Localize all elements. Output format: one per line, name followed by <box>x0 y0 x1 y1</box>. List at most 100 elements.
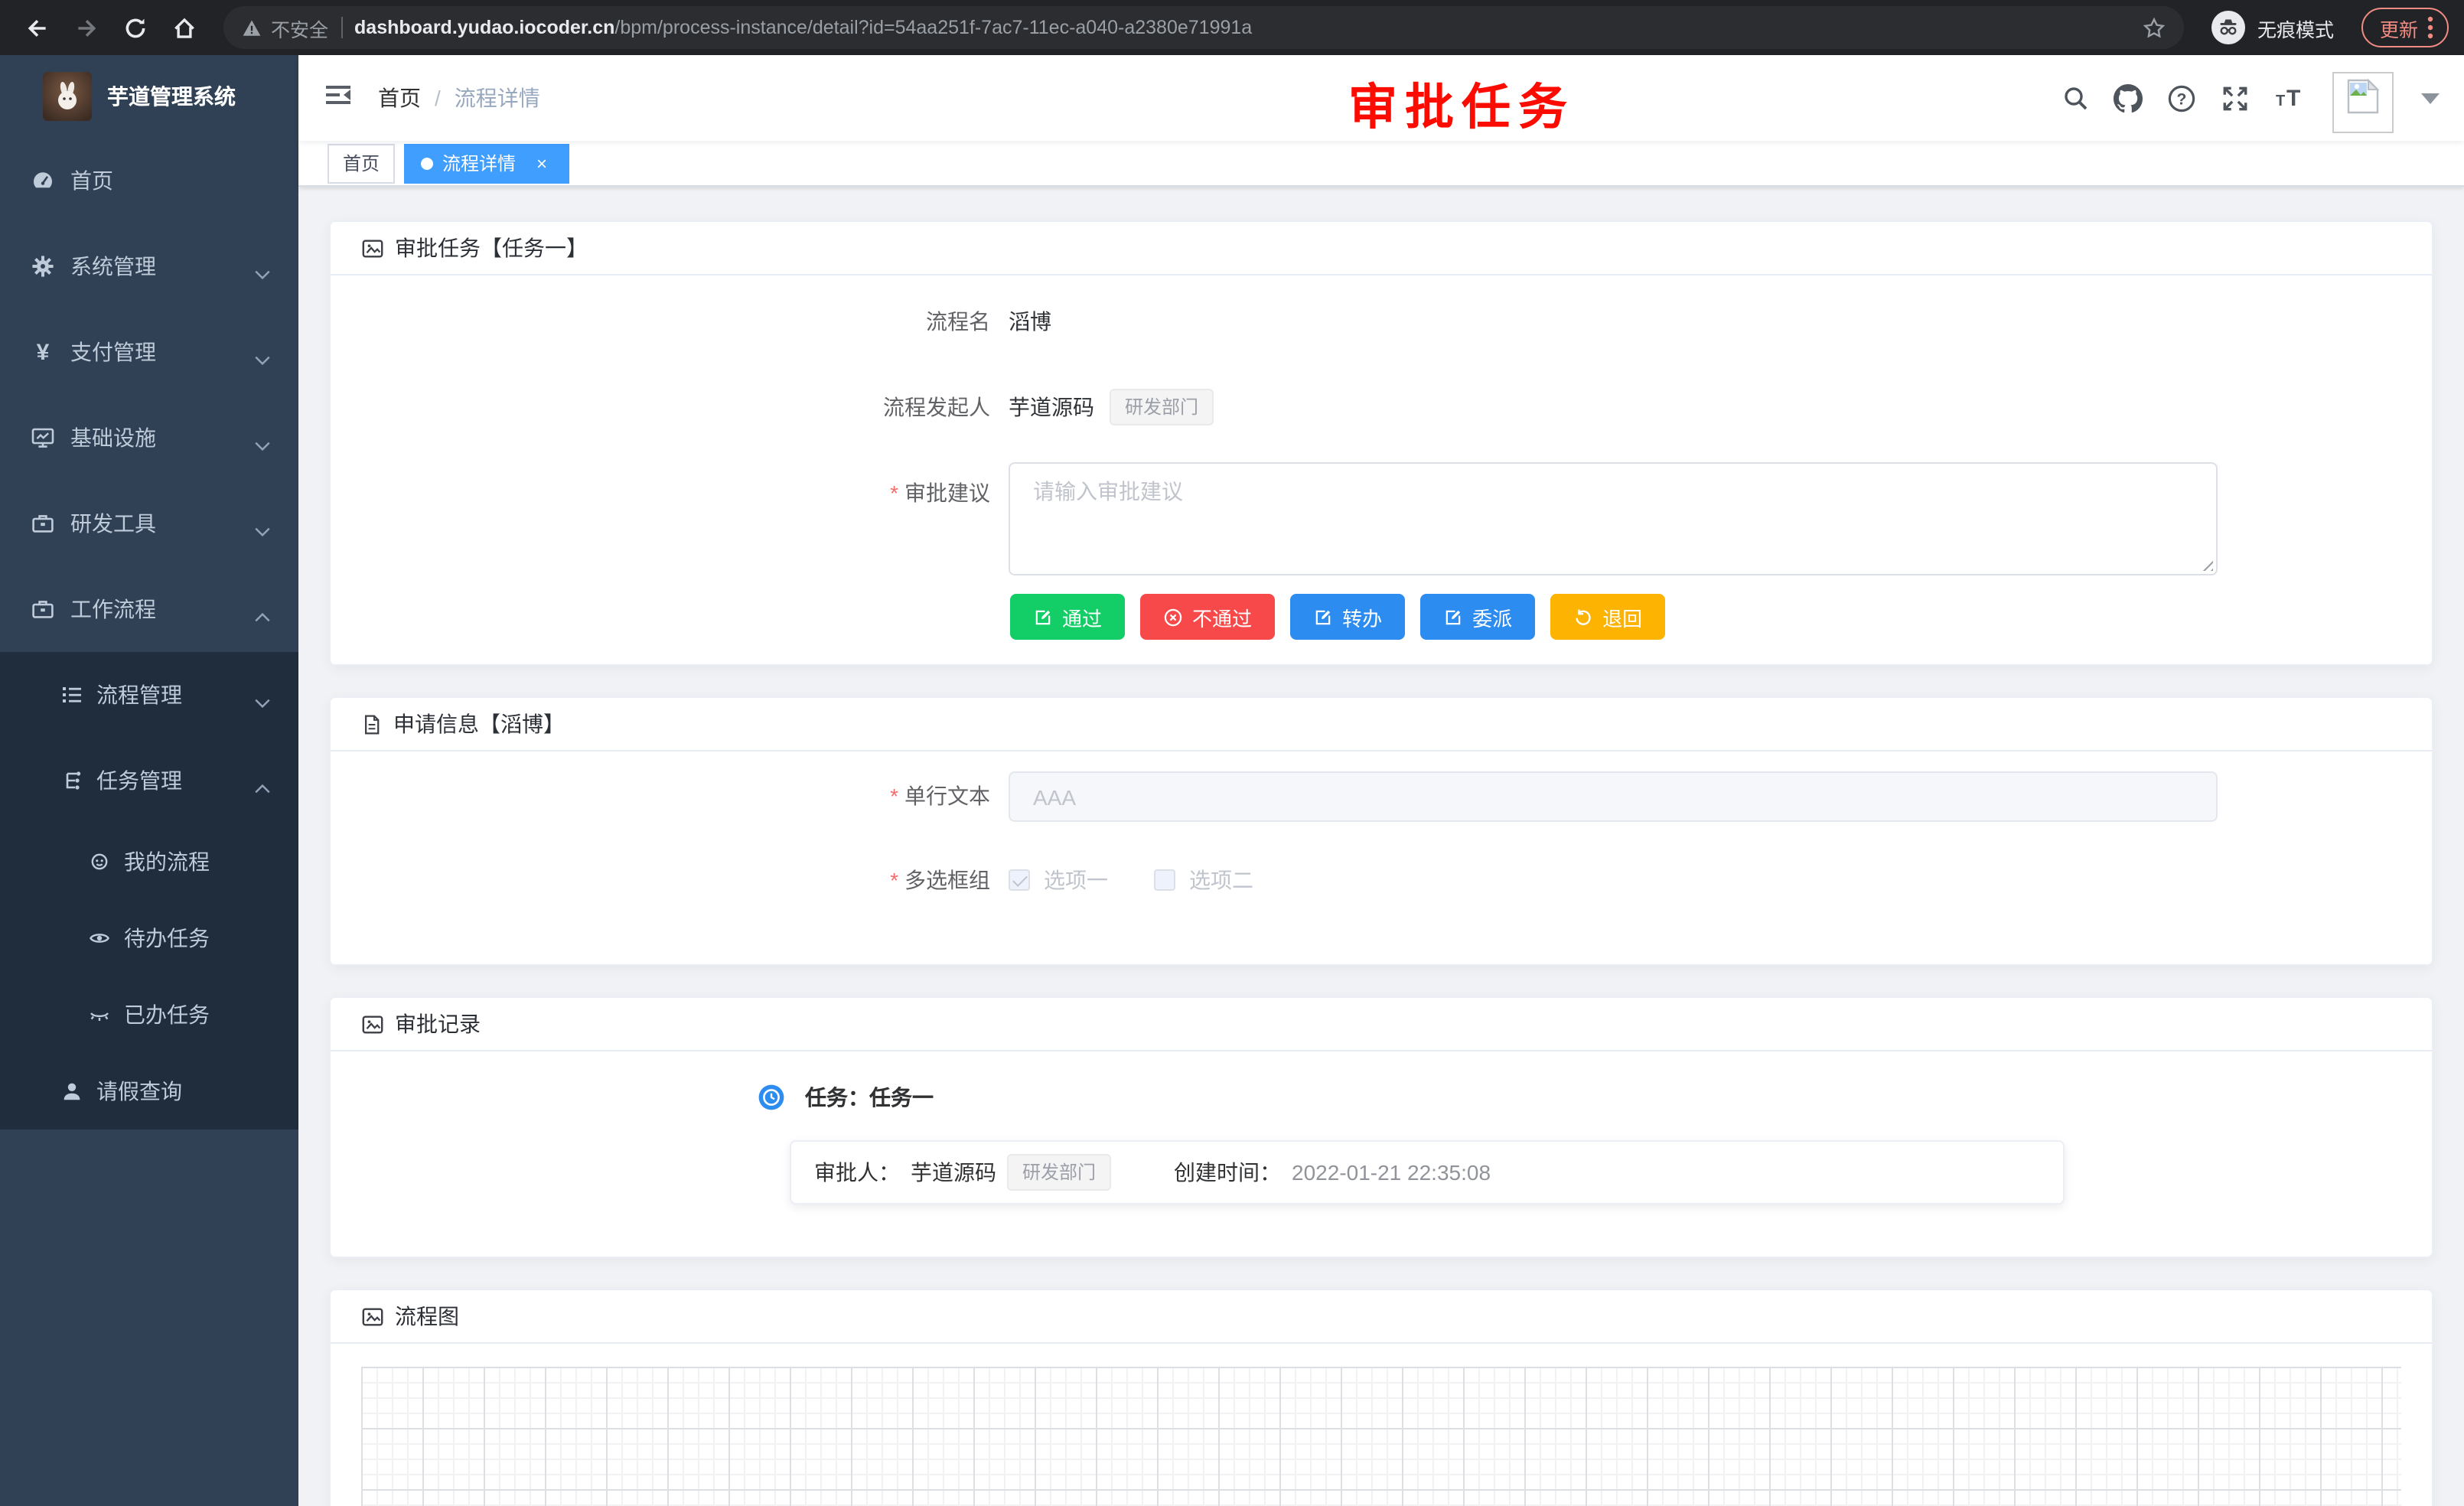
search-icon[interactable] <box>2061 84 2089 112</box>
circle-close-icon <box>1163 607 1183 627</box>
text-field-label: 单行文本 <box>361 771 1009 822</box>
chevron-up-icon <box>254 774 271 799</box>
svg-text:?: ? <box>2177 90 2187 108</box>
avatar[interactable] <box>2332 72 2394 133</box>
app-logo-row[interactable]: 芋道管理系统 <box>0 55 298 138</box>
browser-update-button[interactable]: 更新 <box>2361 8 2449 47</box>
sidebar-item-label: 研发工具 <box>70 508 156 539</box>
user-icon <box>61 1081 83 1102</box>
chevron-down-icon <box>254 689 271 713</box>
approve-button[interactable]: 通过 <box>1010 594 1125 640</box>
tab-label: 首页 <box>343 150 380 176</box>
picture-icon <box>361 1305 384 1328</box>
bookmark-star-icon[interactable] <box>2143 16 2166 39</box>
clock-node-icon <box>758 1084 785 1111</box>
incognito-icon <box>2211 11 2245 44</box>
chevron-down-icon <box>254 260 271 285</box>
tab-label: 流程详情 <box>442 150 516 176</box>
chevron-up-icon <box>254 603 271 628</box>
security-warning[interactable]: 不安全 <box>242 13 328 42</box>
apply-info-card: 申请信息【滔博】 单行文本 多选框组 选项一 <box>329 696 2433 966</box>
avatar-caret-icon[interactable] <box>2421 93 2440 103</box>
font-size-icon[interactable]: TT <box>2274 84 2308 112</box>
security-label: 不安全 <box>271 13 328 42</box>
briefcase-icon <box>31 597 55 621</box>
suggestion-label: 审批建议 <box>361 462 1009 523</box>
monitor-icon <box>31 425 55 450</box>
dept-tag: 研发部门 <box>1007 1154 1111 1191</box>
edit-icon <box>1033 607 1053 627</box>
card-title: 流程图 <box>395 1301 459 1332</box>
sidebar-item-label: 流程管理 <box>96 680 182 710</box>
suggestion-textarea[interactable] <box>1009 462 2218 575</box>
sidebar: 芋道管理系统 首页 系统管理 ¥ 支付管理 <box>0 55 298 1506</box>
return-button[interactable]: 退回 <box>1550 594 1665 640</box>
sidebar-item-my-process[interactable]: 我的流程 <box>0 823 298 900</box>
card-title: 申请信息【滔博】 <box>393 709 565 739</box>
kebab-menu-icon[interactable] <box>2427 15 2433 40</box>
tab-home[interactable]: 首页 <box>328 143 395 183</box>
process-name-value: 滔博 <box>1009 291 1051 352</box>
annotation-overlay: 审批任务 <box>1348 69 1575 139</box>
checkbox-group: 选项一 选项二 <box>1009 859 1253 901</box>
gear-icon <box>31 254 55 279</box>
transfer-button[interactable]: 转办 <box>1290 594 1405 640</box>
tags-view: 首页 流程详情 × <box>298 141 2464 187</box>
approve-task-card: 审批任务【任务一】 流程名 滔博 流程发起人 芋道源码 研发部门 <box>329 220 2433 666</box>
back-icon[interactable] <box>15 6 58 49</box>
sidebar-item-todo-tasks[interactable]: 待办任务 <box>0 900 298 976</box>
chevron-down-icon <box>254 517 271 542</box>
initiator-value: 芋道源码 <box>1009 376 1094 438</box>
sidebar-item-label: 请假查询 <box>96 1076 182 1107</box>
sidebar-item-label: 已办任务 <box>124 999 210 1030</box>
sidebar-item-label: 待办任务 <box>124 923 210 953</box>
edit-icon <box>1443 607 1463 627</box>
reload-icon[interactable] <box>113 6 156 49</box>
sidebar-item-done-tasks[interactable]: 已办任务 <box>0 976 298 1053</box>
sidebar-item-label: 工作流程 <box>70 594 156 624</box>
checkbox-checked-icon <box>1009 869 1030 891</box>
chevron-down-icon <box>254 346 271 370</box>
initiator-label: 流程发起人 <box>361 376 1009 438</box>
fullscreen-icon[interactable] <box>2221 83 2250 112</box>
incognito-label: 无痕模式 <box>2257 13 2334 42</box>
home-icon[interactable] <box>162 6 205 49</box>
sidebar-item-payment[interactable]: ¥ 支付管理 <box>0 309 298 395</box>
approval-record-item: 审批人： 芋道源码 研发部门 创建时间： 2022-01-21 22:35:08 <box>790 1140 2065 1204</box>
eye-open-icon <box>89 927 110 949</box>
checkbox-option-1: 选项一 <box>1009 865 1108 895</box>
url-bar[interactable]: 不安全 dashboard.yudao.iocoder.cn/bpm/proce… <box>223 6 2184 49</box>
picture-icon <box>361 236 384 259</box>
sidebar-item-system[interactable]: 系统管理 <box>0 223 298 309</box>
help-icon[interactable]: ? <box>2167 83 2196 112</box>
sidebar-item-devtools[interactable]: 研发工具 <box>0 481 298 566</box>
update-label: 更新 <box>2380 13 2418 42</box>
sidebar-item-home[interactable]: 首页 <box>0 138 298 223</box>
sidebar-item-process-mgmt[interactable]: 流程管理 <box>0 652 298 738</box>
breadcrumb: 首页 / 流程详情 <box>378 83 540 113</box>
warning-triangle-icon <box>242 18 262 37</box>
workflow-submenu: 流程管理 任务管理 我的流程 <box>0 652 298 1130</box>
hamburger-icon[interactable] <box>323 79 354 117</box>
forward-icon[interactable] <box>64 6 107 49</box>
breadcrumb-separator: / <box>435 86 441 110</box>
card-title: 审批任务【任务一】 <box>395 233 588 263</box>
reject-button[interactable]: 不通过 <box>1140 594 1275 640</box>
tab-process-detail[interactable]: 流程详情 × <box>404 143 569 183</box>
delegate-button[interactable]: 委派 <box>1420 594 1535 640</box>
sidebar-item-task-mgmt[interactable]: 任务管理 <box>0 738 298 823</box>
sidebar-item-infra[interactable]: 基础设施 <box>0 395 298 481</box>
sidebar-item-leave-query[interactable]: 请假查询 <box>0 1053 298 1130</box>
url-text[interactable]: dashboard.yudao.iocoder.cn/bpm/process-i… <box>354 17 2130 38</box>
tab-close-icon[interactable]: × <box>531 152 552 174</box>
list-icon <box>61 684 83 706</box>
process-name-label: 流程名 <box>361 291 1009 352</box>
svg-text:T: T <box>2276 93 2285 109</box>
breadcrumb-home[interactable]: 首页 <box>378 83 421 113</box>
dashboard-icon <box>31 168 55 193</box>
created-time-label: 创建时间： <box>1174 1157 1281 1188</box>
people-icon <box>89 851 110 872</box>
checkbox-unchecked-icon <box>1154 869 1175 891</box>
github-icon[interactable] <box>2114 83 2143 112</box>
sidebar-item-workflow[interactable]: 工作流程 <box>0 566 298 652</box>
